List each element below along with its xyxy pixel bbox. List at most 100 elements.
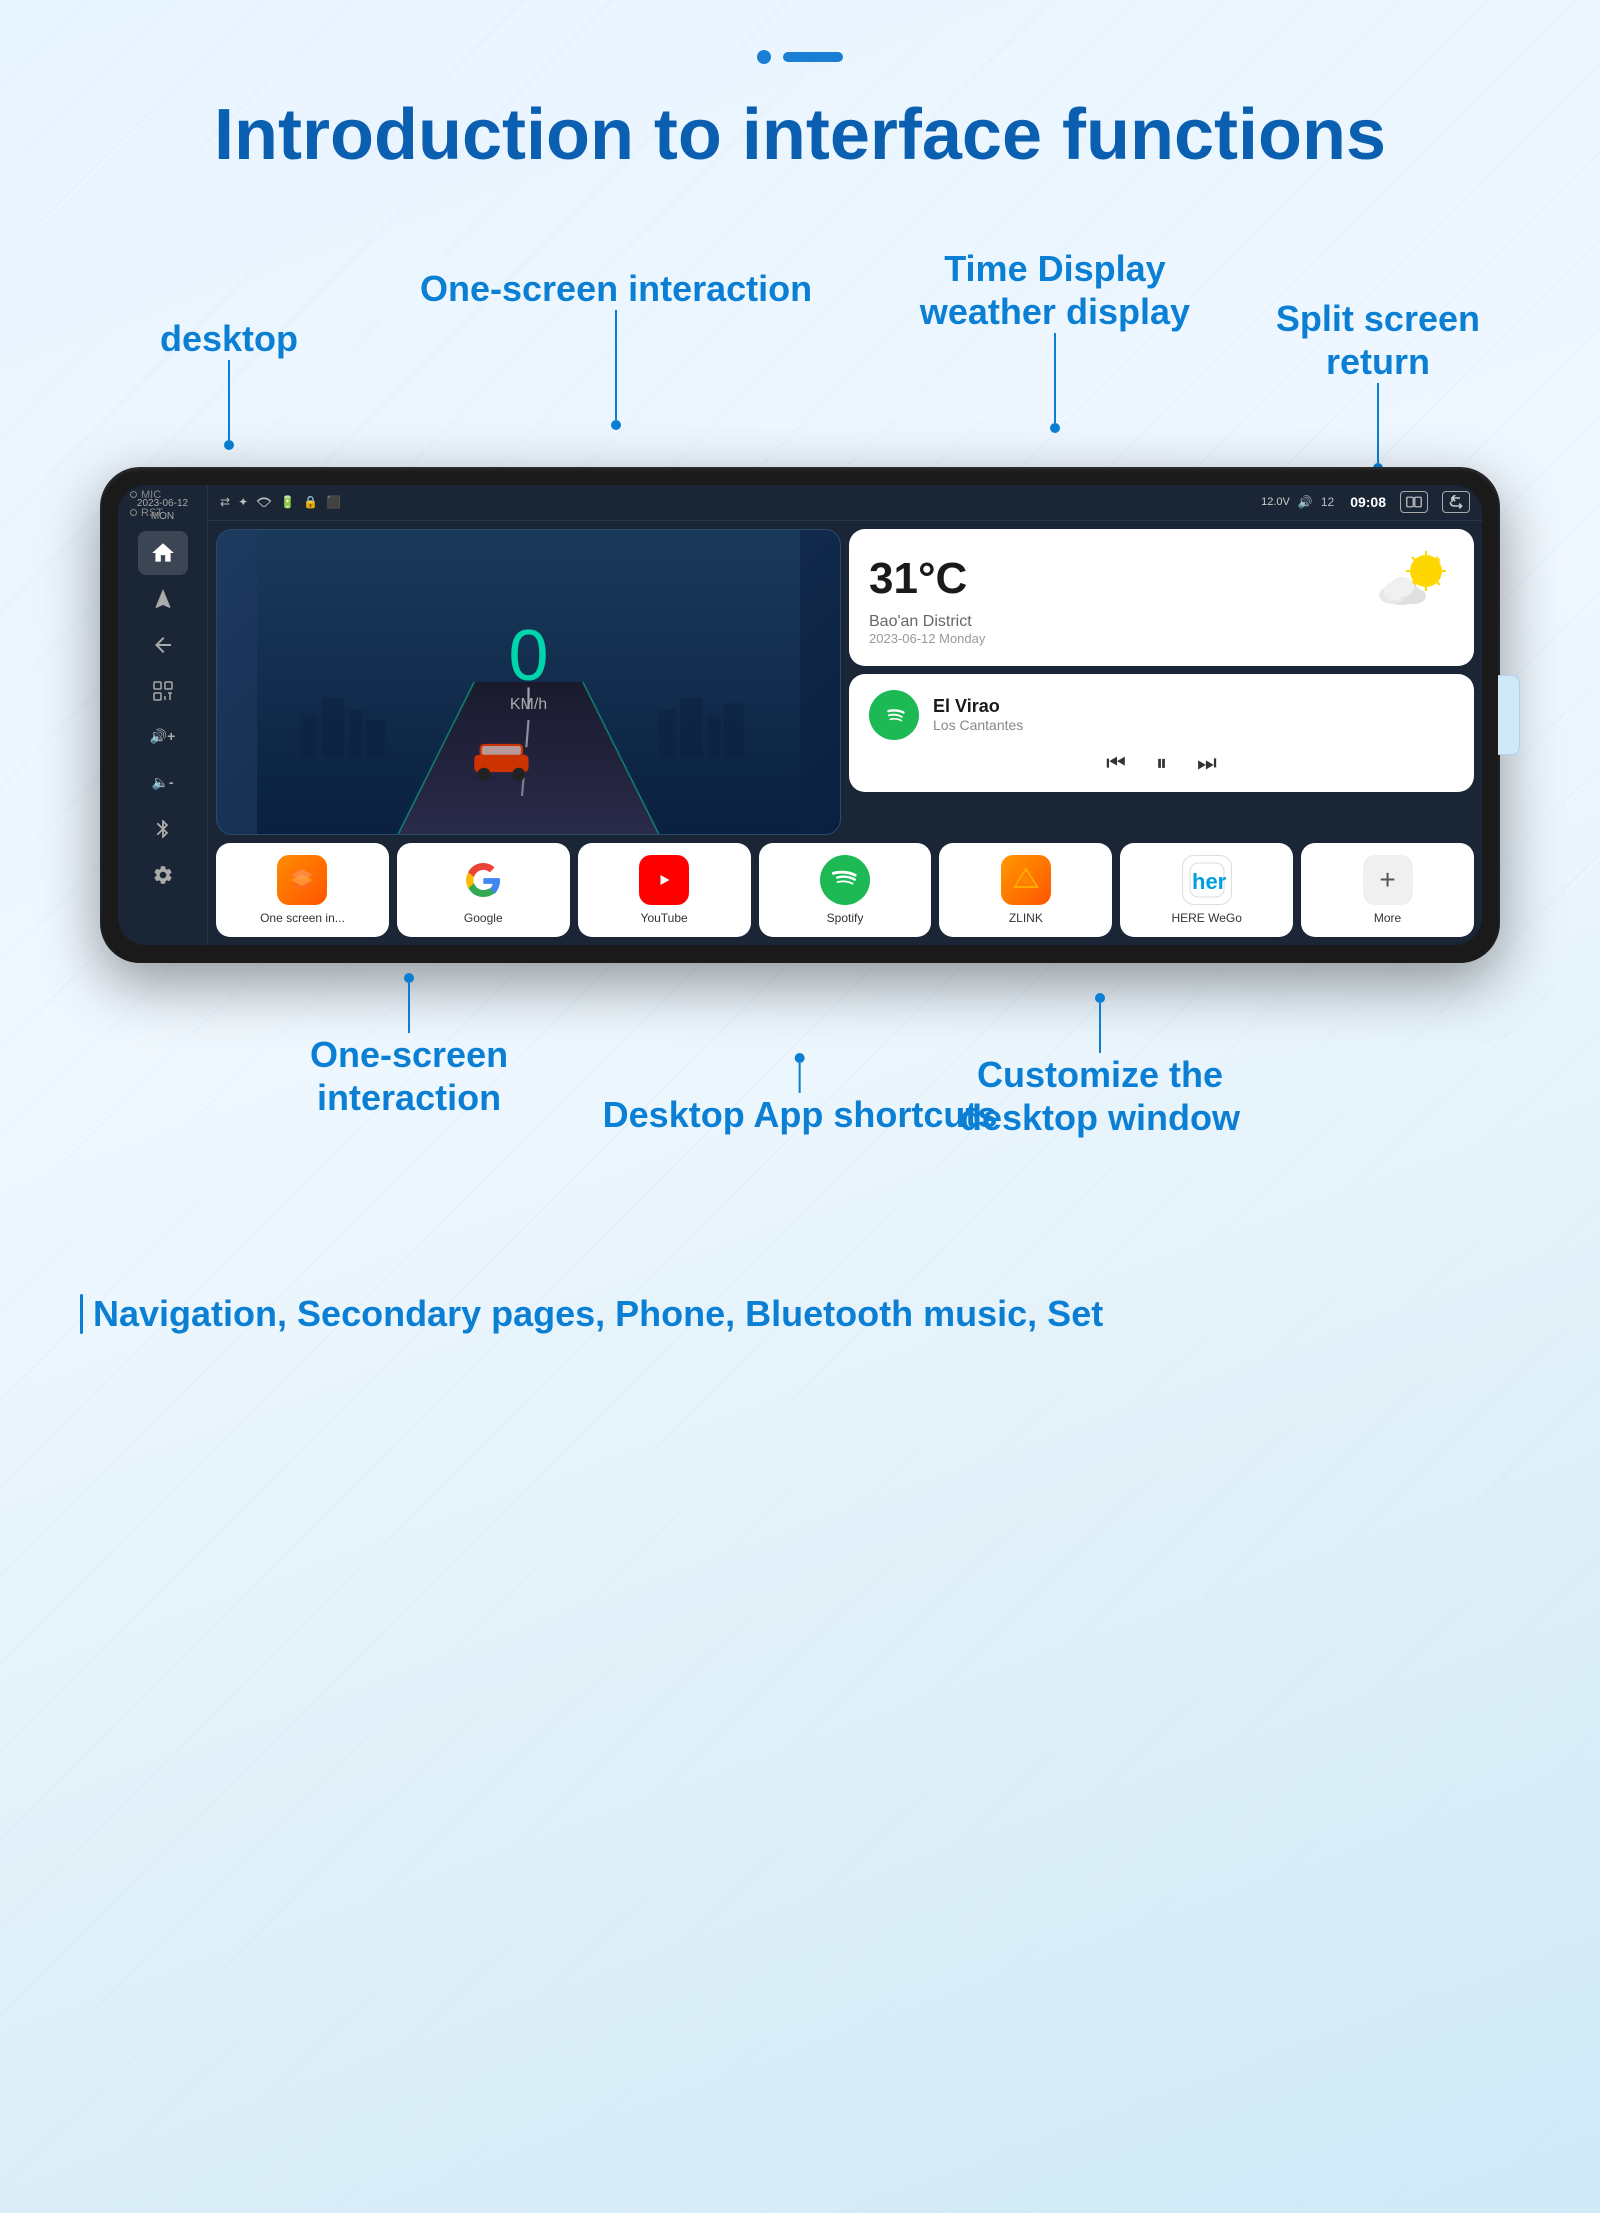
split-icon-svg [1406,496,1422,508]
home-svg [150,540,176,566]
one-screen-app-icon [277,855,327,905]
shortcuts-dot [795,1053,805,1063]
screen: 2023-06-12MON [118,485,1482,945]
sidebar-vol-down-icon[interactable]: 🔈- [138,761,188,805]
top-indicator [60,30,1540,74]
settings-svg [152,864,174,886]
one-screen-top-line [615,310,617,420]
one-screen-top-dot [611,420,621,430]
youtube-app-icon [639,855,689,905]
one-screen-top-annotation: One-screen interaction [420,267,812,430]
pause-button[interactable]: ⏸ [1156,750,1167,776]
status-voltage: 12.0V [1261,496,1290,508]
content-grid: 0 KM/h 31°C [208,521,1482,945]
desktop-label: desktop [160,317,298,360]
time-display-label: Time Displayweather display [920,247,1190,333]
app-youtube[interactable]: YouTube [578,843,751,937]
vol-down-symbol: 🔈- [151,774,173,791]
nav-bottom-section: Navigation, Secondary pages, Phone, Blue… [60,1293,1540,1335]
app-spotify-label: Spotify [827,911,864,925]
desktop-annotation: desktop [160,317,298,450]
status-bluetooth-icon: ✦ [238,495,248,509]
customize-label: Customize thedesktop window [960,1053,1240,1139]
more-app-icon: + [1363,855,1413,905]
sidebar-home-icon[interactable] [138,531,188,575]
nav-svg [151,587,175,611]
shortcuts-annotation: Desktop App shortcuts [603,1053,998,1136]
app-more[interactable]: + More [1301,843,1474,937]
sidebar-bluetooth-icon[interactable] [138,807,188,851]
dot-line [783,52,843,62]
time-display-annotation: Time Displayweather display [920,247,1190,433]
return-button[interactable] [1442,491,1470,513]
spotify-app-svg [829,864,861,896]
layers-svg [287,865,317,895]
app-google-label: Google [464,911,503,925]
prev-button[interactable]: ⏮ [1106,750,1126,776]
app-here-label: HERE WeGo [1171,911,1241,925]
next-button[interactable]: ⏭ [1197,750,1217,776]
split-screen-line [1377,383,1379,463]
weather-widget: 31°C [849,529,1474,666]
wifi-svg [256,495,272,507]
rst-indicator: RST [130,507,163,519]
rst-dot [130,509,137,516]
more-plus-symbol: + [1379,864,1395,896]
app-spotify[interactable]: Spotify [759,843,932,937]
status-battery-num: 12 [1321,495,1334,509]
right-column: 31°C [849,529,1474,835]
main-area: ⇄ ✦ 🔋 🔒 ⬛ 12.0V 🔊 [208,485,1482,945]
status-battery-icon: 🔋 [280,495,295,509]
time-display-dot [1050,423,1060,433]
shortcuts-line [799,1063,801,1093]
app-row: One screen in... [216,843,1474,937]
music-widget: El Virao Los Cantantes ⏮ ⏸ ⏭ [849,674,1474,792]
customize-line [1099,1003,1101,1053]
return-icon-svg [1448,495,1464,509]
sidebar-settings-icon[interactable] [138,853,188,897]
sidebar: 2023-06-12MON [118,485,208,945]
speed-display: 0 KM/h [508,620,548,714]
spotify-app-icon [820,855,870,905]
page-container: Introduction to interface functions desk… [0,0,1600,2213]
sidebar-apps-icon[interactable] [138,669,188,713]
app-one-screen[interactable]: One screen in... [216,843,389,937]
app-zlink[interactable]: ZLINK [939,843,1112,937]
mic-dot [130,491,137,498]
one-screen-bottom-line [408,983,410,1033]
weather-svg [1374,549,1454,609]
sidebar-vol-up-icon[interactable]: 🔊+ [138,715,188,759]
speed-widget: 0 KM/h [216,529,841,835]
music-title: El Virao [933,696,1023,717]
nav-label: Navigation, Secondary pages, Phone, Blue… [93,1293,1103,1335]
nav-bar [80,1294,83,1334]
app-google[interactable]: Google [397,843,570,937]
device: MIC RST 2023-06-12MON [100,467,1500,963]
app-more-label: More [1374,911,1401,925]
speed-unit: KM/h [508,696,548,714]
google-svg [466,863,500,897]
app-one-screen-label: One screen in... [260,911,345,925]
status-exchange-icon: ⇄ [220,495,230,509]
side-pull-tab[interactable] [1498,675,1520,755]
weather-date: 2023-06-12 Monday [869,631,1454,646]
status-bar: ⇄ ✦ 🔋 🔒 ⬛ 12.0V 🔊 [208,485,1482,521]
status-square-icon: ⬛ [326,495,341,509]
shortcuts-label: Desktop App shortcuts [603,1093,998,1136]
bluetooth-svg [152,818,174,840]
split-screen-label: Split screenreturn [1276,297,1480,383]
app-here-wego[interactable]: here HERE WeGo [1120,843,1293,937]
zlink-svg [1010,864,1042,896]
split-screen-button[interactable] [1400,491,1428,513]
google-app-icon [458,855,508,905]
desktop-line [228,360,230,440]
one-screen-bottom-label: One-screeninteraction [310,1033,508,1119]
mic-indicator: MIC [130,489,163,501]
sidebar-nav-icon[interactable] [138,577,188,621]
sidebar-back-icon[interactable] [138,623,188,667]
spotify-icon-svg [879,700,909,730]
desktop-dot [224,440,234,450]
speed-number: 0 [508,620,548,692]
top-annotations-row: desktop One-screen interaction Time Disp… [60,237,1540,467]
svg-text:here: here [1192,869,1226,894]
